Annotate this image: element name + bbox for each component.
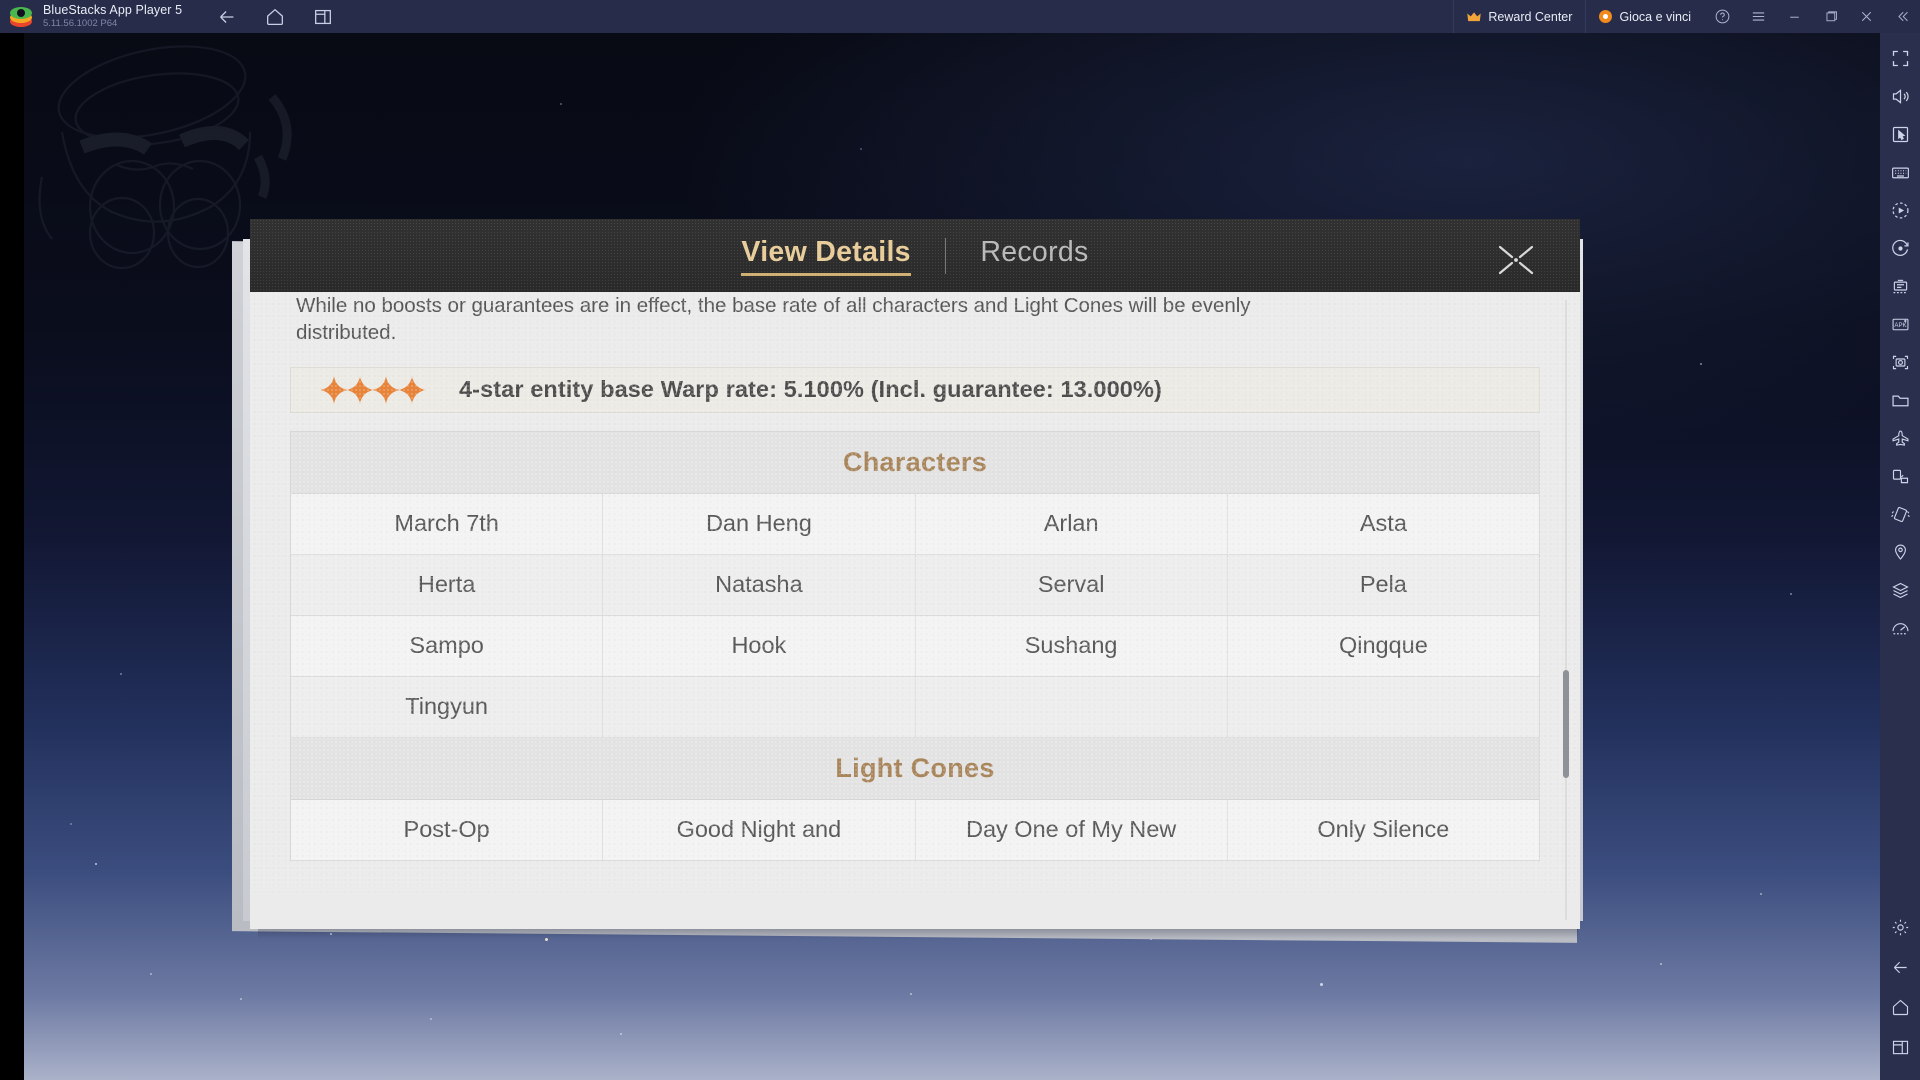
bluestacks-logo-icon (10, 6, 32, 28)
table-cell: Dan Heng (603, 493, 916, 554)
scrollbar-thumb[interactable] (1563, 670, 1569, 778)
table-row: Herta Natasha Serval Pela (291, 554, 1539, 616)
rate-banner-text: 4-star entity base Warp rate: 5.100% (In… (459, 376, 1162, 402)
titlebar: BlueStacks App Player 5 5.11.56.1002 P64… (0, 0, 1920, 33)
star-rating-4 (319, 375, 426, 405)
keyboard-icon[interactable] (1887, 159, 1913, 185)
table-cell-empty (603, 676, 916, 737)
tab-records-label: Records (980, 235, 1089, 268)
warp-details-dialog: View Details Records While no boosts or … (250, 219, 1580, 929)
table-cell: Natasha (603, 554, 916, 615)
dialog-tabs: View Details Records (707, 236, 1122, 276)
table-cell: Sushang (916, 615, 1228, 676)
promo-label: Gioca e vinci (1619, 9, 1691, 24)
app-name: BlueStacks App Player 5 (43, 3, 183, 18)
table-cell: Qingque (1338, 632, 1428, 658)
star-icon (398, 375, 426, 404)
table-cell: Day One of My New (916, 799, 1228, 860)
table-row: Sampo Hook Sushang Qingque (291, 615, 1539, 677)
app-version: 5.11.56.1002 P64 (43, 17, 118, 29)
pointer-icon[interactable] (1887, 121, 1913, 147)
promo-button[interactable]: Gioca e vinci (1585, 0, 1704, 33)
dialog-header: View Details Records (250, 219, 1580, 292)
screenshot-icon[interactable] (1887, 349, 1913, 375)
shake-icon[interactable] (1887, 501, 1913, 527)
layers-icon[interactable] (1887, 577, 1913, 603)
letterbox-bar (0, 33, 24, 1080)
maximize-icon[interactable] (1812, 0, 1848, 33)
rate-banner: 4-star entity base Warp rate: 5.100% (In… (290, 366, 1540, 413)
description-text: While no boosts or guarantees are in eff… (296, 294, 1251, 345)
rotate-icon[interactable] (1887, 463, 1913, 489)
window-close-icon[interactable] (1848, 0, 1884, 33)
table-cell: Good Night and (603, 799, 916, 860)
table-cell-empty (916, 676, 1228, 737)
app-title-block: BlueStacks App Player 5 5.11.56.1002 P64 (43, 4, 182, 28)
table-cell: Asta (1359, 510, 1407, 536)
close-icon[interactable] (1488, 237, 1544, 283)
dialog-body[interactable]: While no boosts or guarantees are in eff… (250, 292, 1580, 929)
sidebar-bottom-group (1887, 914, 1913, 1080)
table-cell: March 7th (291, 493, 604, 554)
table-cell: Herta (291, 554, 604, 615)
android-back-icon[interactable] (1887, 954, 1913, 980)
recents-icon[interactable] (312, 6, 334, 28)
promo-icon (1599, 10, 1613, 23)
titlebar-nav (216, 6, 334, 28)
table-cell-empty (1228, 677, 1539, 737)
scrollbar-track[interactable] (1565, 300, 1567, 920)
location-icon[interactable] (1887, 539, 1913, 565)
table-cell: Only Silence (1317, 816, 1450, 842)
titlebar-right: Reward Center Gioca e vinci (1453, 0, 1920, 33)
bluestacks-sidebar: APK (1880, 33, 1920, 1080)
dialog-content: While no boosts or guarantees are in eff… (250, 292, 1580, 861)
light-cones-table-header: Light Cones (291, 737, 1539, 800)
fullscreen-icon[interactable] (1887, 45, 1913, 71)
home-icon[interactable] (264, 6, 286, 28)
table-row: Tingyun (291, 676, 1539, 738)
emulator-screen[interactable]: View Details Records While no boosts or … (0, 33, 1880, 1080)
multi-instance-icon[interactable] (1887, 273, 1913, 299)
tab-view-details-label: View Details (741, 235, 911, 268)
tab-records[interactable]: Records (946, 236, 1122, 276)
table-row: March 7th Dan Heng Arlan Asta (291, 493, 1539, 555)
table-cell: Sampo (291, 615, 604, 676)
record-icon[interactable] (1887, 235, 1913, 261)
table-cell: Pela (1359, 571, 1407, 597)
help-icon[interactable] (1704, 0, 1740, 33)
crown-icon (1467, 11, 1482, 21)
apk-install-icon[interactable]: APK (1887, 311, 1913, 337)
characters-title: Characters (842, 446, 988, 477)
minimize-icon[interactable] (1776, 0, 1812, 33)
characters-table: Characters March 7th Dan Heng Arlan Asta… (290, 430, 1540, 738)
back-icon[interactable] (216, 6, 238, 28)
macro-play-icon[interactable] (1887, 197, 1913, 223)
table-cell: Serval (916, 554, 1228, 615)
table-cell: Hook (603, 615, 916, 676)
settings-gear-icon[interactable] (1887, 914, 1913, 940)
table-cell: Post-Op (291, 799, 604, 860)
table-cell: Tingyun (291, 676, 604, 737)
android-recents-icon[interactable] (1887, 1034, 1913, 1060)
reward-center-button[interactable]: Reward Center (1453, 0, 1585, 33)
volume-icon[interactable] (1887, 83, 1913, 109)
light-cones-table: Light Cones Post-Op Good Night and Day O… (290, 737, 1540, 861)
content-fade-mask (250, 871, 1580, 929)
menu-icon[interactable] (1740, 0, 1776, 33)
media-folder-icon[interactable] (1887, 387, 1913, 413)
reward-center-label: Reward Center (1488, 9, 1573, 24)
table-cell: Arlan (916, 493, 1228, 554)
gauge-icon[interactable] (1887, 615, 1913, 641)
svg-text:APK: APK (1894, 322, 1906, 329)
android-home-icon[interactable] (1887, 994, 1913, 1020)
characters-table-header: Characters (291, 431, 1539, 494)
bluestacks-window: BlueStacks App Player 5 5.11.56.1002 P64… (0, 0, 1920, 1080)
collapse-icon[interactable] (1884, 0, 1920, 33)
eco-mode-icon[interactable] (1887, 425, 1913, 451)
tab-view-details[interactable]: View Details (707, 236, 944, 276)
table-row: Post-Op Good Night and Day One of My New… (291, 799, 1539, 861)
light-cones-title: Light Cones (835, 752, 995, 783)
